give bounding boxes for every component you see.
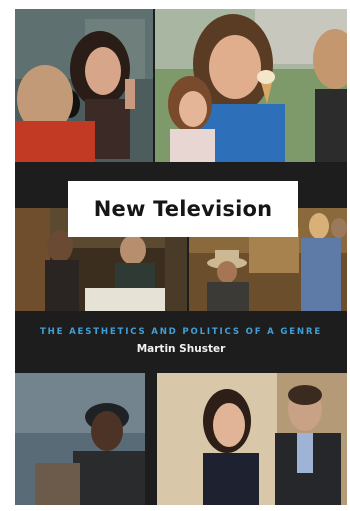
book-subtitle: THE AESTHETICS AND POLITICS OF A GENRE [39, 327, 323, 337]
book-title: New Television [93, 197, 273, 221]
still-man-in-cap [15, 373, 145, 505]
still-woman-on-phone [15, 9, 153, 162]
still-woman-with-ice-cream [155, 9, 347, 162]
title-box: New Television [68, 181, 298, 237]
book-cover: New Television THE AESTHETICS AND POLITI… [15, 9, 347, 505]
still-couple-scene [157, 373, 347, 505]
book-author: Martin Shuster [136, 343, 226, 355]
